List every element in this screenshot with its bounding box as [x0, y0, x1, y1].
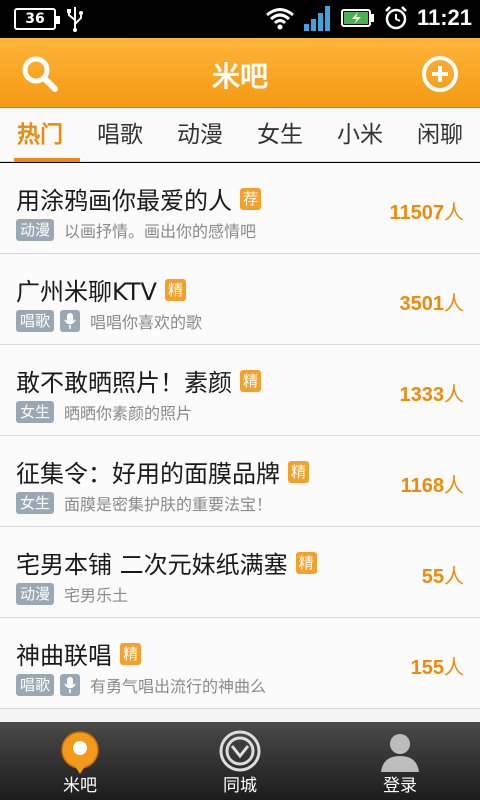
list-item[interactable]: 神曲联唱 精 唱歌 有勇气唱出流行的神曲么 155人	[0, 618, 480, 709]
member-count: 1333人	[399, 382, 465, 406]
topic-list: 用涂鸦画你最爱的人 荐 动漫 以画抒情。画出你的感情吧 11507人 广州米聊K…	[0, 163, 480, 723]
member-count: 55人	[421, 564, 464, 588]
item-title: 神曲联唱	[16, 642, 112, 670]
item-badge: 精	[164, 278, 186, 301]
item-subline: 动漫 宅男乐土	[16, 582, 128, 606]
tab-xiaomi[interactable]: 小米	[320, 108, 400, 162]
nav-local[interactable]: 同城	[160, 722, 320, 800]
tab-sing[interactable]: 唱歌	[80, 108, 160, 162]
category-tabs: 热门 唱歌 动漫 女生 小米 闲聊	[0, 108, 480, 162]
item-description: 唱唱你喜欢的歌	[90, 313, 203, 332]
nav-label-local: 同城	[223, 776, 257, 796]
item-description: 晒晒你素颜的照片	[64, 404, 193, 423]
tab-hot[interactable]: 热门	[0, 108, 80, 162]
item-title-row: 广州米聊KTV 精	[16, 272, 186, 307]
item-badge: 精	[120, 642, 142, 665]
item-subline: 唱歌 唱唱你喜欢的歌	[16, 309, 202, 333]
item-subline: 动漫 以画抒情。画出你的感情吧	[16, 218, 256, 242]
item-description: 宅男乐土	[64, 586, 129, 605]
usb-icon	[67, 7, 83, 32]
category-tag: 女生	[16, 492, 55, 514]
user-icon	[381, 734, 419, 772]
item-description: 有勇气唱出流行的神曲么	[90, 677, 267, 696]
category-tag: 女生	[16, 401, 55, 423]
member-count: 3501人	[399, 291, 465, 315]
member-count: 155人	[410, 655, 464, 679]
page-title: 米吧	[211, 60, 268, 93]
item-title-row: 神曲联唱 精	[16, 636, 142, 671]
item-title: 敢不敢晒照片！素颜	[16, 369, 232, 397]
alarm-icon	[385, 6, 407, 30]
item-title: 用涂鸦画你最爱的人	[16, 187, 232, 215]
clock-time: 11:21	[416, 5, 472, 30]
battery-level: 36	[25, 11, 45, 27]
item-title-row: 用涂鸦画你最爱的人 荐	[16, 181, 262, 216]
status-bar: 36 11:21	[0, 0, 480, 38]
battery-icon: 36	[14, 8, 60, 30]
list-item[interactable]: 征集令：好用的面膜品牌 精 女生 面膜是密集护肤的重要法宝！ 1168人	[0, 436, 480, 527]
item-description: 以画抒情。画出你的感情吧	[64, 222, 257, 241]
battery-charging-icon	[340, 9, 374, 27]
add-icon	[422, 56, 458, 92]
item-badge: 荐	[240, 187, 262, 210]
category-tag: 唱歌	[16, 310, 55, 332]
list-item[interactable]: 宅男本铺 二次元妹纸满塞 精 动漫 宅男乐土 55人	[0, 527, 480, 618]
member-count: 11507人	[389, 200, 464, 224]
item-badge: 精	[295, 551, 317, 574]
nav-label-mibar: 米吧	[63, 776, 97, 796]
nav-label-login: 登录	[383, 776, 417, 796]
item-badge: 精	[240, 369, 262, 392]
item-description: 面膜是密集护肤的重要法宝！	[64, 495, 273, 514]
tab-girls[interactable]: 女生	[240, 108, 320, 162]
category-tag: 动漫	[16, 583, 55, 605]
microphone-icon	[60, 674, 81, 696]
app-header: 米吧	[0, 38, 480, 108]
list-item[interactable]: 广州米聊KTV 精 唱歌 唱唱你喜欢的歌 3501人	[0, 254, 480, 345]
category-tag: 唱歌	[16, 674, 55, 696]
location-pin-icon	[61, 731, 99, 774]
member-count: 1168人	[400, 473, 464, 497]
signal-icon	[303, 6, 330, 31]
item-title-row: 敢不敢晒照片！素颜 精	[16, 363, 262, 398]
add-button[interactable]	[418, 52, 462, 96]
tab-anime[interactable]: 动漫	[160, 108, 240, 162]
bottom-nav: 米吧 同城 登录	[0, 722, 480, 800]
wifi-icon	[265, 8, 294, 30]
microphone-icon	[60, 310, 81, 332]
item-subline: 唱歌 有勇气唱出流行的神曲么	[16, 673, 266, 697]
item-subline: 女生 晒晒你素颜的照片	[16, 400, 192, 424]
item-subline: 女生 面膜是密集护肤的重要法宝！	[16, 491, 272, 515]
nav-mibar[interactable]: 米吧	[0, 722, 160, 800]
tab-chat[interactable]: 闲聊	[400, 108, 480, 162]
category-tag: 动漫	[16, 219, 55, 241]
list-item[interactable]: 用涂鸦画你最爱的人 荐 动漫 以画抒情。画出你的感情吧 11507人	[0, 163, 480, 254]
item-title-row: 征集令：好用的面膜品牌 精	[16, 454, 310, 489]
item-title: 征集令：好用的面膜品牌	[16, 460, 280, 488]
item-title: 广州米聊KTV	[16, 278, 157, 306]
item-title-row: 宅男本铺 二次元妹纸满塞 精	[16, 545, 317, 580]
radar-icon	[219, 730, 261, 772]
nav-login[interactable]: 登录	[320, 722, 480, 800]
item-badge: 精	[288, 460, 310, 483]
list-item[interactable]: 敢不敢晒照片！素颜 精 女生 晒晒你素颜的照片 1333人	[0, 345, 480, 436]
item-title: 宅男本铺 二次元妹纸满塞	[16, 551, 288, 579]
